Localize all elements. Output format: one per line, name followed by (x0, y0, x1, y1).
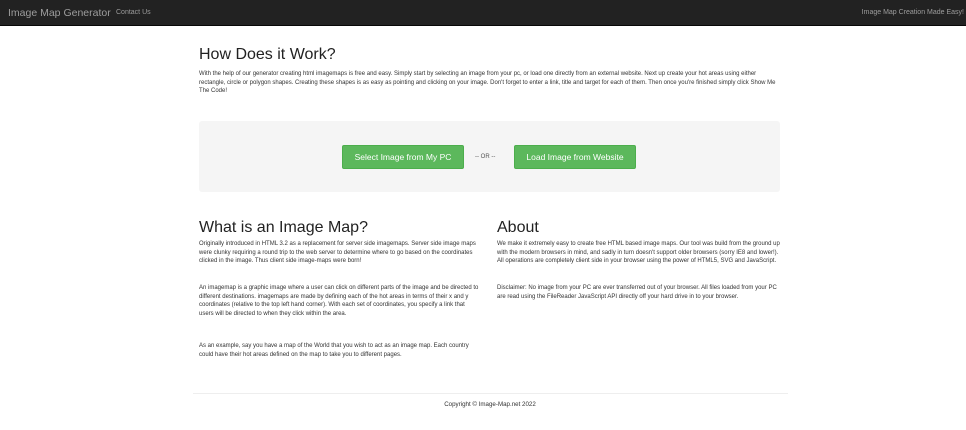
load-image-from-website-button[interactable]: Load Image from Website (514, 145, 636, 169)
brand-logo[interactable]: Image Map Generator (8, 7, 111, 19)
or-separator: -- OR -- (475, 154, 496, 160)
about-paragraph-1: We make it extremely easy to create free… (497, 241, 780, 265)
how-it-works-text: With the help of our generator creating … (199, 71, 776, 95)
nav-link-contact-us[interactable]: Contact Us (116, 8, 151, 18)
about-paragraph-2: Disclaimer: No image from your PC are ev… (497, 285, 777, 300)
footer-copyright: Copyright © Image-Map.net 2022 (444, 401, 536, 408)
image-source-panel: Select Image from My PC -- OR -- Load Im… (199, 121, 780, 192)
navbar-tagline: Image Map Creation Made Easy! (861, 9, 964, 16)
what-paragraph-2: An imagemap is a graphic image where a u… (199, 285, 479, 317)
footer-divider (193, 393, 788, 394)
select-image-from-pc-button[interactable]: Select Image from My PC (342, 145, 464, 169)
what-paragraph-3: As an example, say you have a map of the… (199, 343, 469, 358)
what-is-image-map-heading: What is an Image Map? (199, 219, 368, 236)
how-it-works-heading: How Does it Work? (199, 46, 336, 63)
about-heading: About (497, 219, 539, 236)
top-navbar: Image Map Generator Contact Us Image Map… (0, 0, 966, 26)
what-paragraph-1: Originally introduced in HTML 3.2 as a r… (199, 241, 476, 265)
